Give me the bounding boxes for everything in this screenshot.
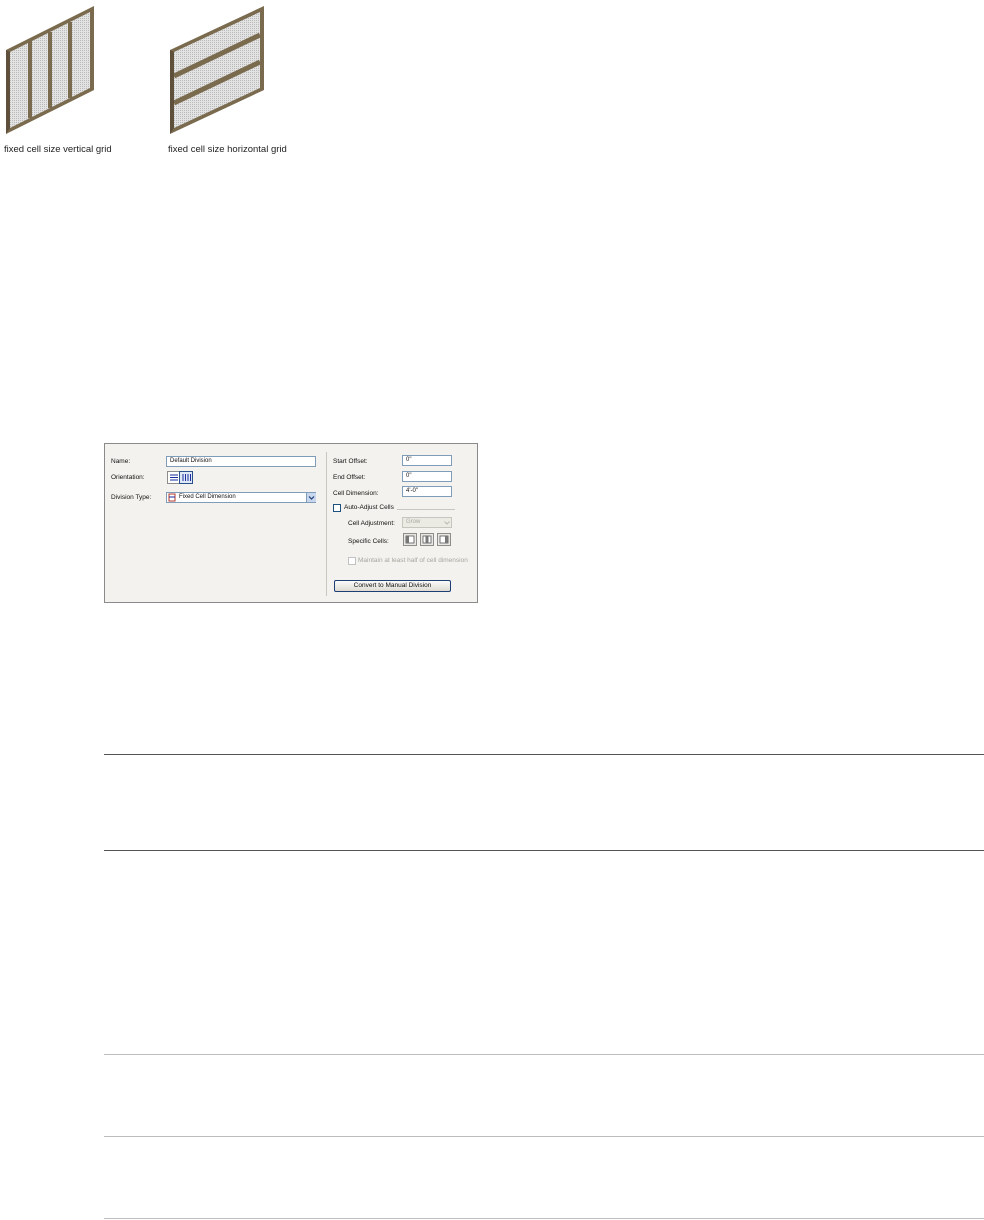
table-rule-row (104, 1218, 984, 1219)
end-offset-field[interactable]: 0" (402, 471, 452, 482)
start-offset-field[interactable]: 0" (402, 455, 452, 466)
end-offset-label: End Offset: (333, 474, 366, 481)
division-type-value: Fixed Cell Dimension (179, 494, 236, 500)
division-properties-dialog: Name: Default Division Orientation: Divi… (104, 443, 478, 603)
cell-adjustment-value: Grow (406, 519, 421, 525)
group-rule (397, 509, 455, 510)
cell-dimension-label: Cell Dimension: (333, 490, 379, 497)
vertical-divider (326, 452, 327, 596)
table-rule-row (104, 1136, 984, 1137)
table-rule-top (104, 754, 984, 755)
vertical-grid-illustration (6, 6, 94, 134)
specific-cells-label: Specific Cells: (348, 538, 389, 545)
specific-cells-start-button[interactable] (403, 533, 417, 546)
vertical-lines-icon (182, 474, 191, 481)
maintain-half-checkbox[interactable] (348, 557, 356, 565)
name-label: Name: (111, 458, 131, 465)
specific-cells-middle-button[interactable] (420, 533, 434, 546)
auto-adjust-checkbox[interactable] (333, 504, 341, 512)
cell-end-icon (439, 535, 449, 544)
division-type-label: Division Type: (111, 494, 152, 501)
orientation-label: Orientation: (111, 474, 145, 481)
chevron-down-icon (443, 518, 451, 527)
maintain-half-label: Maintain at least half of cell dimension (358, 557, 468, 564)
orientation-vertical-button[interactable] (179, 471, 193, 484)
cell-start-icon (405, 535, 415, 544)
table-rule-header (104, 850, 984, 851)
specific-cells-end-button[interactable] (437, 533, 451, 546)
auto-adjust-label: Auto-Adjust Cells (344, 504, 394, 511)
cell-middle-icon (422, 535, 432, 544)
cell-dimension-field[interactable]: 4'-0" (402, 486, 452, 497)
vertical-grid-caption: fixed cell size vertical grid (4, 144, 112, 155)
horizontal-grid-illustration (170, 6, 264, 134)
fixed-cell-icon (168, 493, 176, 502)
cell-adjustment-label: Cell Adjustment: (348, 520, 395, 527)
table-rule-row (104, 1054, 984, 1055)
horizontal-grid-caption: fixed cell size horizontal grid (168, 144, 287, 155)
division-type-select[interactable]: Fixed Cell Dimension (166, 492, 316, 503)
convert-to-manual-division-button[interactable]: Convert to Manual Division (334, 580, 451, 592)
start-offset-label: Start Offset: (333, 458, 368, 465)
name-field[interactable]: Default Division (166, 456, 316, 467)
chevron-down-icon[interactable] (306, 493, 316, 502)
